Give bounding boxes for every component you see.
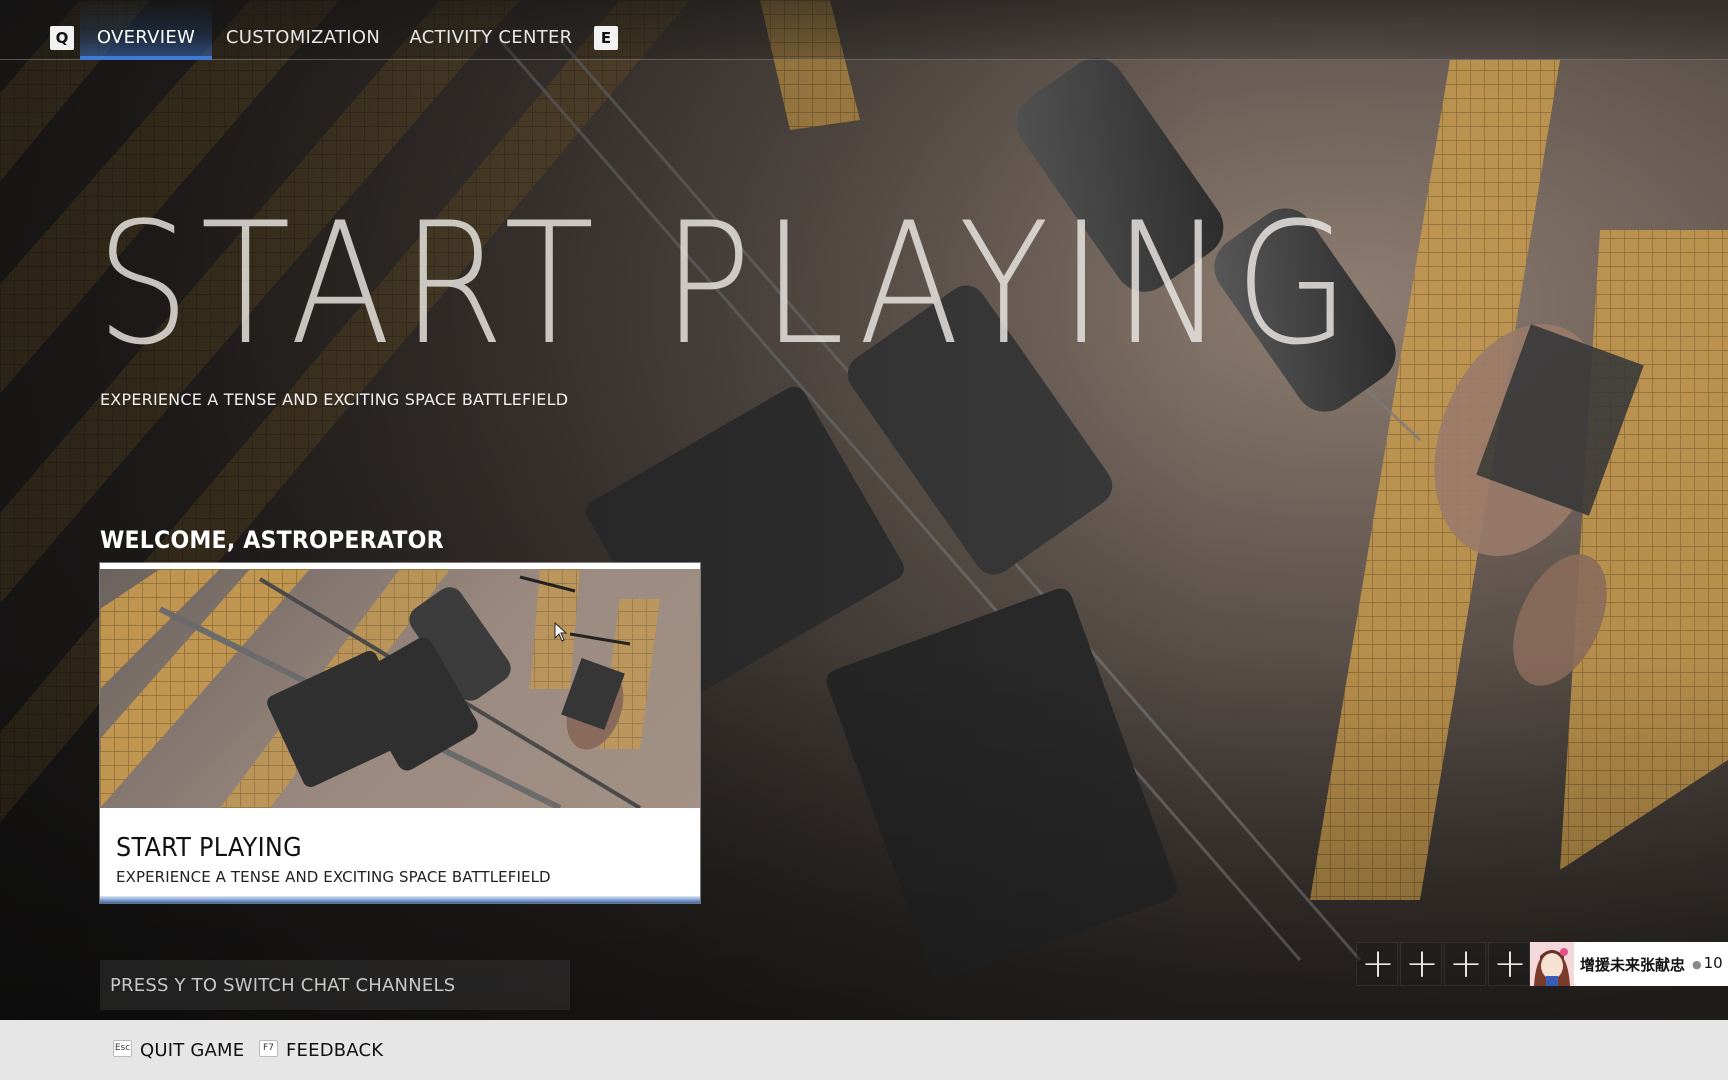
level-dot-icon: ● xyxy=(1692,958,1702,971)
avatar-image xyxy=(1530,942,1574,986)
card-accent-bar xyxy=(100,896,700,903)
party-slot-1[interactable]: + xyxy=(1356,942,1398,986)
top-navigation: Q OVERVIEW CUSTOMIZATION ACTIVITY CENTER… xyxy=(0,0,1728,60)
hero-title: START PLAYING xyxy=(96,186,1360,382)
plus-icon: + xyxy=(1361,941,1395,987)
card-subtitle: EXPERIENCE A TENSE AND EXCITING SPACE BA… xyxy=(116,868,551,886)
welcome-heading: WELCOME, ASTROPERATOR xyxy=(100,526,444,554)
player-card[interactable]: 增援未来张献忠 ● 10 xyxy=(1530,942,1728,986)
card-title: START PLAYING xyxy=(116,833,302,863)
footer-bar: Esc QUIT GAME F7 FEEDBACK xyxy=(0,1020,1728,1080)
player-name: 增援未来张献忠 xyxy=(1580,956,1686,974)
start-playing-card[interactable]: START PLAYING EXPERIENCE A TENSE AND EXC… xyxy=(100,563,700,903)
card-thumbnail-art xyxy=(100,569,660,808)
player-level: ● 10 xyxy=(1692,954,1723,972)
mouse-cursor-icon xyxy=(554,622,568,642)
chat-input[interactable]: PRESS Y TO SWITCH CHAT CHANNELS xyxy=(100,960,570,1010)
feedback-button[interactable]: FEEDBACK xyxy=(286,1040,383,1061)
plus-icon: + xyxy=(1493,941,1527,987)
player-level-value: 10 xyxy=(1703,954,1723,972)
f7-key-icon: F7 xyxy=(259,1040,278,1057)
card-thumbnail xyxy=(100,569,700,808)
plus-icon: + xyxy=(1405,941,1439,987)
prev-tab-key[interactable]: Q xyxy=(50,26,74,50)
party-slot-2[interactable]: + xyxy=(1400,942,1442,986)
next-tab-key[interactable]: E xyxy=(594,26,618,50)
party-slot-3[interactable]: + xyxy=(1444,942,1486,986)
party-panel: + + + + 增援未来张献忠 ● 10 xyxy=(1356,942,1728,986)
plus-icon: + xyxy=(1449,941,1483,987)
tab-overview[interactable]: OVERVIEW xyxy=(80,0,212,60)
party-slot-4[interactable]: + xyxy=(1488,942,1530,986)
tab-customization[interactable]: CUSTOMIZATION xyxy=(222,0,384,60)
hero-subtitle: EXPERIENCE A TENSE AND EXCITING SPACE BA… xyxy=(100,390,569,409)
tab-activity-center[interactable]: ACTIVITY CENTER xyxy=(406,0,576,60)
card-text-panel: START PLAYING EXPERIENCE A TENSE AND EXC… xyxy=(100,808,700,901)
chat-placeholder: PRESS Y TO SWITCH CHAT CHANNELS xyxy=(110,975,456,996)
quit-game-button[interactable]: QUIT GAME xyxy=(140,1040,244,1061)
esc-key-icon: Esc xyxy=(113,1040,132,1057)
avatar xyxy=(1530,942,1574,986)
